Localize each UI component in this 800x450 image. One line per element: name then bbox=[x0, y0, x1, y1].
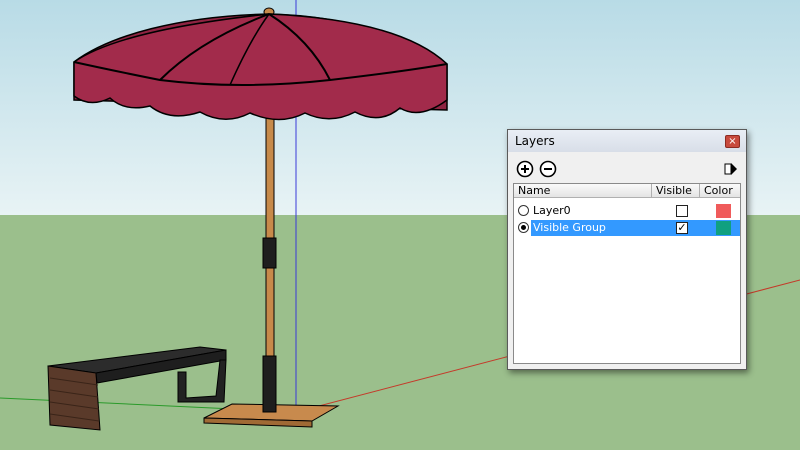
layer-row[interactable]: Visible Group ✓ bbox=[514, 220, 740, 236]
active-layer-radio[interactable] bbox=[518, 205, 529, 216]
visible-checkbox[interactable] bbox=[676, 205, 688, 217]
column-header-name[interactable]: Name bbox=[514, 184, 652, 198]
layer-name: Layer0 bbox=[533, 204, 571, 217]
layers-dialog: Layers × Name Visible Color Layer0 Visib… bbox=[507, 129, 747, 370]
dialog-titlebar[interactable]: Layers × bbox=[508, 130, 746, 152]
layers-list: Name Visible Color Layer0 Visible Group … bbox=[513, 183, 741, 364]
column-header-visible[interactable]: Visible bbox=[652, 184, 700, 198]
details-arrow-icon[interactable] bbox=[724, 160, 738, 178]
layers-toolbar bbox=[512, 154, 742, 184]
layer-row[interactable]: Layer0 bbox=[514, 203, 740, 219]
close-icon[interactable]: × bbox=[725, 135, 740, 148]
add-layer-icon[interactable] bbox=[516, 160, 534, 178]
layer-color-swatch[interactable] bbox=[716, 221, 731, 235]
active-layer-radio[interactable] bbox=[518, 222, 529, 233]
remove-layer-icon[interactable] bbox=[539, 160, 557, 178]
visible-checkbox[interactable]: ✓ bbox=[676, 222, 688, 234]
column-header-color[interactable]: Color bbox=[700, 184, 740, 198]
dialog-title: Layers bbox=[515, 134, 555, 148]
layer-color-swatch[interactable] bbox=[716, 204, 731, 218]
layer-name: Visible Group bbox=[533, 221, 606, 234]
